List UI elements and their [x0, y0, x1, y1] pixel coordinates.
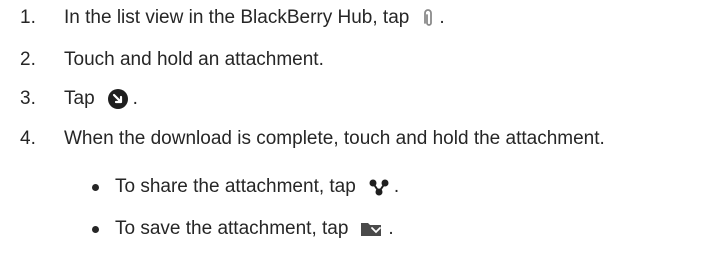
save-folder-icon — [360, 220, 384, 238]
step-number: 2. — [20, 49, 36, 70]
bullet-dot — [92, 225, 99, 233]
step-punctuation: . — [439, 7, 445, 28]
paperclip-icon — [421, 8, 435, 28]
bullet-text: To save the attachment, tap — [115, 218, 349, 239]
step-punctuation: . — [132, 88, 138, 109]
step-number: 4. — [20, 128, 36, 149]
bullet-save: To save the attachment, tap . — [92, 214, 394, 244]
step-number: 1. — [20, 7, 36, 28]
step-text: In the list view in the BlackBerry Hub, … — [64, 7, 410, 28]
step-text: Tap — [64, 88, 95, 109]
bullet-dot — [92, 183, 99, 191]
step-text: Touch and hold an attachment. — [64, 49, 324, 70]
bullet-text: To share the attachment, tap — [115, 176, 356, 197]
step-number: 3. — [20, 88, 36, 109]
bullet-punctuation: . — [388, 218, 394, 239]
download-icon — [107, 88, 129, 110]
share-icon — [368, 178, 390, 196]
bullet-share: To share the attachment, tap . — [92, 172, 399, 202]
bullet-punctuation: . — [393, 176, 400, 197]
step-text: When the download is complete, touch and… — [64, 128, 605, 149]
